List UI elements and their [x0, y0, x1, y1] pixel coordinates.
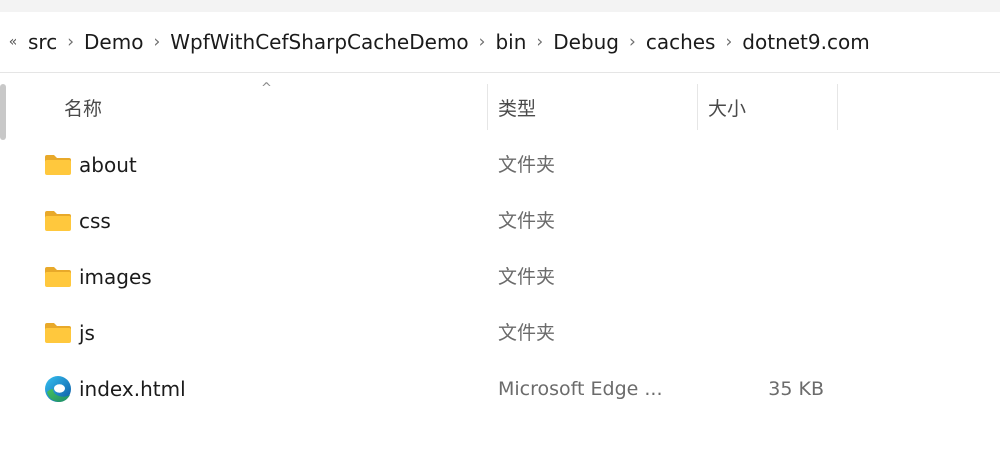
breadcrumb-item-debug[interactable]: Debug	[547, 30, 625, 54]
column-header-size[interactable]: 大小	[708, 84, 833, 130]
file-row-js[interactable]: js 文件夹	[0, 305, 1000, 361]
file-type: 文件夹	[498, 154, 556, 176]
breadcrumb-overflow-button[interactable]: «	[4, 34, 22, 50]
file-type: 文件夹	[498, 210, 556, 232]
file-size	[708, 193, 824, 249]
folder-icon	[44, 153, 72, 177]
column-divider[interactable]	[697, 84, 698, 130]
column-divider[interactable]	[487, 84, 488, 130]
breadcrumb-item-caches[interactable]: caches	[640, 30, 722, 54]
file-type: Microsoft Edge ...	[498, 378, 663, 400]
file-name: about	[79, 153, 137, 177]
folder-icon	[44, 209, 72, 233]
column-header-row: ^ 名称 类型 大小	[0, 81, 1000, 130]
breadcrumb-item-bin[interactable]: bin	[489, 30, 532, 54]
edge-html-icon	[44, 375, 72, 403]
file-name: css	[79, 209, 111, 233]
window-top-strip	[0, 0, 1000, 12]
breadcrumb-chevron-icon[interactable]: ›	[63, 32, 78, 52]
file-name: images	[79, 265, 152, 289]
breadcrumb-chevron-icon[interactable]: ›	[149, 32, 164, 52]
file-name: index.html	[79, 377, 186, 401]
file-size	[708, 249, 824, 305]
file-row-images[interactable]: images 文件夹	[0, 249, 1000, 305]
breadcrumb-item-current[interactable]: dotnet9.com	[736, 30, 875, 54]
file-row-css[interactable]: css 文件夹	[0, 193, 1000, 249]
column-header-name[interactable]: 名称	[64, 84, 484, 130]
file-size	[708, 137, 824, 193]
breadcrumb-item-project[interactable]: WpfWithCefSharpCacheDemo	[164, 30, 474, 54]
breadcrumb-item-src[interactable]: src	[22, 30, 63, 54]
folder-icon	[44, 321, 72, 345]
folder-icon	[44, 265, 72, 289]
file-row-about[interactable]: about 文件夹	[0, 137, 1000, 193]
address-bar[interactable]: « src › Demo › WpfWithCefSharpCacheDemo …	[0, 12, 1000, 73]
breadcrumb-chevron-icon[interactable]: ›	[532, 32, 547, 52]
file-name: js	[79, 321, 95, 345]
breadcrumb-chevron-icon[interactable]: ›	[721, 32, 736, 52]
file-row-index-html[interactable]: index.html Microsoft Edge ... 35 KB	[0, 361, 1000, 417]
file-size: 35 KB	[768, 378, 824, 400]
column-divider[interactable]	[837, 84, 838, 130]
breadcrumb-chevron-icon[interactable]: ›	[625, 32, 640, 52]
breadcrumb-chevron-icon[interactable]: ›	[475, 32, 490, 52]
file-type: 文件夹	[498, 266, 556, 288]
file-size	[708, 305, 824, 361]
file-type: 文件夹	[498, 322, 556, 344]
column-header-type[interactable]: 类型	[498, 84, 693, 130]
breadcrumb-item-demo[interactable]: Demo	[78, 30, 149, 54]
